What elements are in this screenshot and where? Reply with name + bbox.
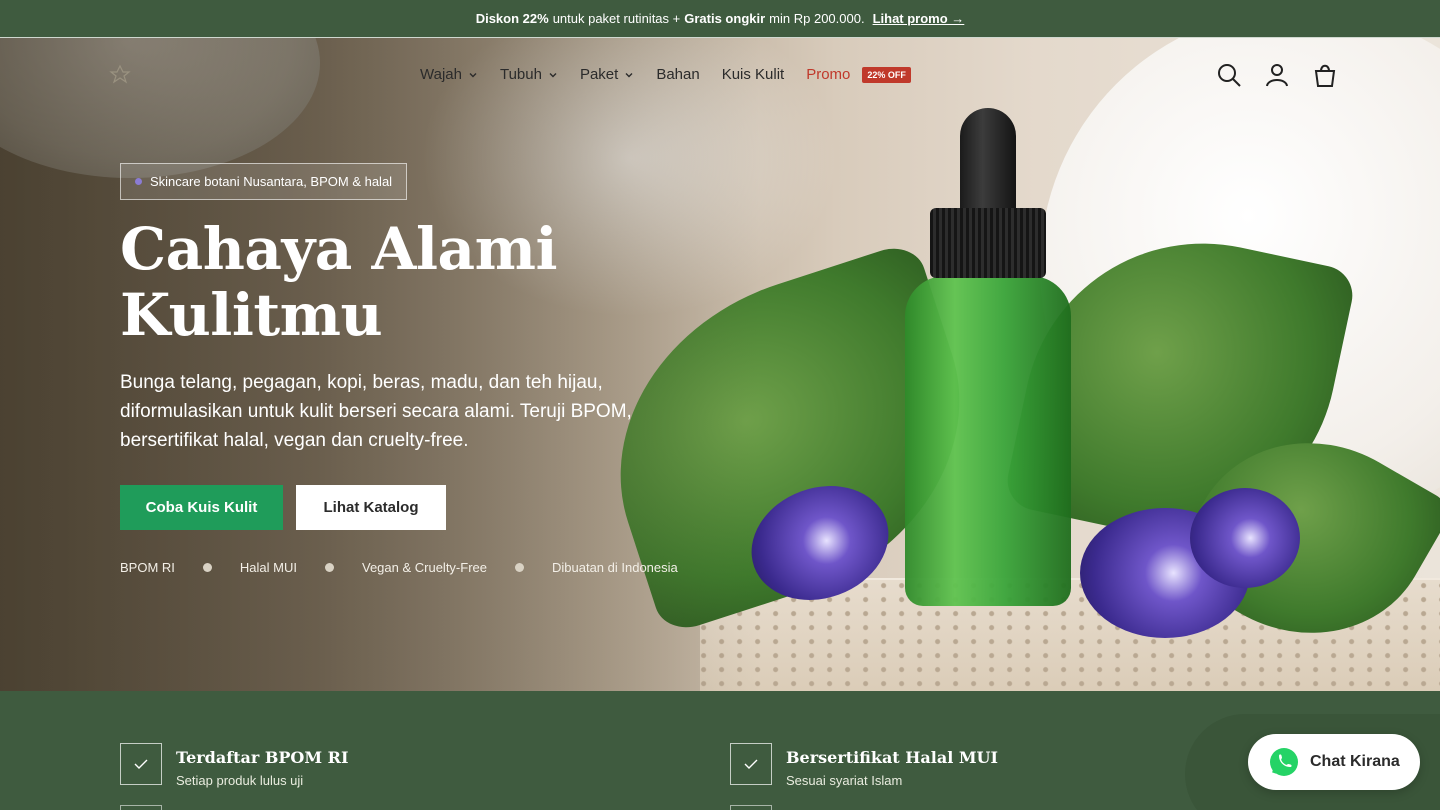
announcement-discount: Diskon 22% bbox=[475, 11, 549, 26]
chevron-down-icon bbox=[549, 72, 557, 77]
main-nav: Wajah Tubuh Paket Bahan Kuis Kulit Promo… bbox=[420, 66, 911, 83]
catalog-button[interactable]: Lihat Katalog bbox=[296, 485, 446, 530]
butterfly-pea-flower bbox=[1190, 488, 1300, 588]
nav-label: Promo bbox=[806, 66, 851, 83]
nav-item-paket[interactable]: Paket bbox=[580, 66, 634, 83]
search-button[interactable] bbox=[1216, 62, 1242, 88]
nav-item-tubuh[interactable]: Tubuh bbox=[500, 66, 558, 83]
skin-quiz-button[interactable]: Coba Kuis Kulit bbox=[120, 485, 283, 530]
nav-label: Tubuh bbox=[499, 66, 542, 83]
feature-title: Bersertifikat Halal MUI bbox=[786, 748, 998, 767]
nav-item-kuis-kulit[interactable]: Kuis Kulit bbox=[722, 66, 785, 83]
check-icon-box bbox=[730, 743, 772, 785]
cart-icon bbox=[1314, 64, 1336, 87]
dropper-cap bbox=[930, 108, 1046, 278]
logo[interactable] bbox=[108, 64, 132, 84]
headline-line-1: Cahaya Alami bbox=[120, 215, 558, 283]
feature-bpom: Terdaftar BPOM RI Setiap produk lulus uj… bbox=[120, 743, 348, 788]
check-icon-box bbox=[120, 743, 162, 785]
feature-subtitle: Sesuai syariat Islam bbox=[786, 773, 903, 788]
logo-icon bbox=[109, 64, 131, 84]
header-actions bbox=[1216, 62, 1338, 88]
hero-headline: Cahaya Alami Kulitmu bbox=[120, 216, 640, 348]
check-icon bbox=[744, 759, 758, 769]
check-icon-box bbox=[120, 805, 162, 810]
chat-button[interactable]: Chat Kirana bbox=[1248, 734, 1420, 790]
check-icon-box bbox=[730, 805, 772, 810]
nav-item-promo[interactable]: Promo bbox=[806, 66, 850, 83]
hero-overlay bbox=[0, 38, 760, 691]
announcement-text: untuk paket rutinitas + bbox=[552, 11, 681, 26]
nav-label: Bahan bbox=[656, 66, 700, 83]
trust-badges: BPOM RI Halal MUI Vegan & Cruelty-Free D… bbox=[120, 560, 678, 575]
check-icon bbox=[134, 759, 148, 769]
account-button[interactable] bbox=[1264, 62, 1290, 88]
announcement-min: min Rp 200.000. bbox=[769, 11, 865, 26]
account-icon bbox=[1266, 64, 1288, 87]
nav-label: Kuis Kulit bbox=[721, 66, 785, 83]
nav-label: Wajah bbox=[420, 66, 462, 83]
separator-dot bbox=[515, 563, 524, 572]
chevron-down-icon bbox=[469, 72, 477, 77]
nav-item-wajah[interactable]: Wajah bbox=[420, 66, 478, 83]
trust-item: Halal MUI bbox=[239, 560, 297, 575]
announcement-bar: Diskon 22% untuk paket rutinitas + Grati… bbox=[0, 0, 1440, 38]
announcement-shipping: Gratis ongkir bbox=[684, 11, 766, 26]
trust-item: BPOM RI bbox=[120, 560, 175, 575]
feature-subtitle: Setiap produk lulus uji bbox=[176, 773, 304, 788]
chat-label: Chat Kirana bbox=[1310, 753, 1400, 770]
nav-label: Paket bbox=[579, 66, 619, 83]
promo-link[interactable]: Lihat promo → bbox=[873, 11, 965, 26]
pill-text: Skincare botani Nusantara, BPOM & halal bbox=[150, 174, 393, 189]
pill-dot bbox=[135, 178, 142, 185]
trust-item: Vegan & Cruelty-Free bbox=[361, 560, 487, 575]
separator-dot bbox=[324, 563, 334, 572]
headline-line-2: Kulitmu bbox=[120, 281, 383, 349]
promo-badge: 22% OFF bbox=[862, 66, 911, 83]
serum-bottle bbox=[905, 276, 1071, 606]
chevron-down-icon bbox=[625, 72, 633, 77]
feature-halal: Bersertifikat Halal MUI Sesuai syariat I… bbox=[730, 743, 998, 788]
separator-dot bbox=[202, 563, 212, 572]
nav-item-bahan[interactable]: Bahan bbox=[656, 66, 699, 83]
hero-pill: Skincare botani Nusantara, BPOM & halal bbox=[120, 163, 408, 200]
trust-item: Dibuatan di Indonesia bbox=[552, 560, 678, 575]
whatsapp-icon bbox=[1270, 748, 1298, 776]
feature-title: Terdaftar BPOM RI bbox=[176, 748, 349, 767]
search-icon bbox=[1218, 64, 1241, 87]
hero-image bbox=[0, 38, 1440, 691]
cart-button[interactable] bbox=[1312, 62, 1338, 88]
hero-subcopy: Bunga telang, pegagan, kopi, beras, madu… bbox=[120, 372, 632, 451]
